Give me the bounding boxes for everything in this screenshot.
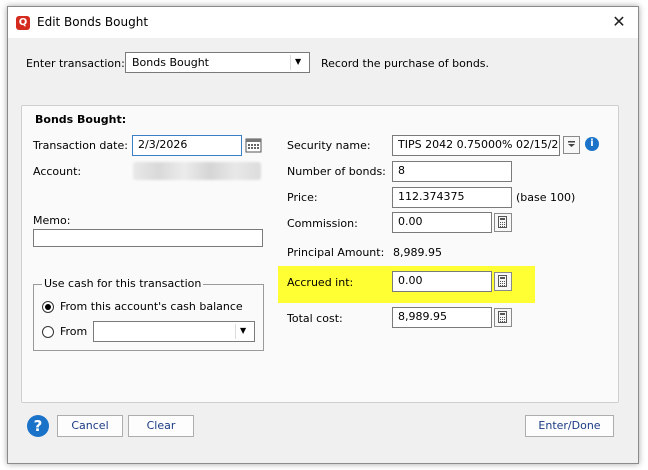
cash-source-group: Use cash for this transaction From this …	[33, 277, 264, 351]
calculator-icon[interactable]	[494, 213, 512, 232]
radio-cash-balance-label: From this account's cash balance	[60, 300, 243, 313]
num-bonds-value: 8	[398, 164, 405, 177]
commission-input[interactable]: 0.00	[392, 212, 492, 233]
radio-from-label: From	[60, 325, 88, 338]
accrued-value: 0.00	[398, 274, 423, 287]
window-title: Edit Bonds Bought	[37, 15, 149, 29]
transaction-date-label: Transaction date:	[33, 139, 128, 152]
calendar-icon[interactable]	[245, 137, 262, 153]
calculator-icon[interactable]	[494, 272, 512, 291]
chevron-down-icon[interactable]: ▼	[235, 324, 252, 339]
commission-label: Commission:	[287, 217, 358, 230]
account-value-blurred	[133, 162, 261, 180]
transaction-date-input[interactable]: 2/3/2026	[132, 135, 242, 156]
clear-button[interactable]: Clear	[128, 415, 194, 437]
accrued-label: Accrued int:	[287, 276, 354, 289]
num-bonds-label: Number of bonds:	[287, 165, 386, 178]
help-icon[interactable]: ?	[27, 415, 49, 437]
enter-transaction-label-text: Enter transaction:	[25, 57, 125, 70]
principal-value: 8,989.95	[393, 246, 442, 259]
total-cost-value: 8,989.95	[398, 310, 447, 323]
security-name-label: Security name:	[287, 139, 371, 152]
from-account-select[interactable]: ▼	[93, 321, 255, 342]
enter-done-button[interactable]: Enter/Done	[525, 415, 614, 437]
info-icon[interactable]: i	[585, 137, 599, 151]
memo-input[interactable]	[33, 229, 263, 247]
transaction-type-select[interactable]: Bonds Bought ▼	[125, 52, 310, 73]
dialog-window: Q Edit Bonds Bought ✕ EEnter transaction…	[7, 6, 639, 464]
commission-value: 0.00	[398, 215, 423, 228]
security-name-value: TIPS 2042 0.75000% 02/15/2042	[398, 138, 559, 151]
memo-label: Memo:	[33, 214, 71, 227]
panel-title: Bonds Bought:	[35, 113, 127, 126]
cash-group-title: Use cash for this transaction	[42, 277, 204, 290]
total-cost-label: Total cost:	[287, 312, 343, 325]
total-cost-input[interactable]: 8,989.95	[392, 307, 492, 328]
price-base-note: (base 100)	[516, 191, 576, 204]
price-value: 112.374375	[398, 190, 465, 203]
radio-cash-balance[interactable]	[42, 301, 54, 313]
title-bar: Q Edit Bonds Bought ✕	[8, 7, 638, 38]
account-label: Account:	[33, 165, 82, 178]
transaction-type-value: Bonds Bought	[132, 56, 209, 69]
price-input[interactable]: 112.374375	[392, 187, 512, 208]
num-bonds-input[interactable]: 8	[392, 161, 512, 182]
security-name-input[interactable]: TIPS 2042 0.75000% 02/15/2042	[392, 135, 560, 156]
principal-label: Principal Amount:	[287, 246, 385, 259]
bonds-bought-panel: Bonds Bought: Transaction date: 2/3/2026…	[21, 105, 619, 403]
accrued-input[interactable]: 0.00	[392, 271, 492, 292]
calculator-icon[interactable]	[494, 308, 512, 327]
security-list-icon[interactable]	[563, 136, 580, 154]
radio-from[interactable]	[42, 326, 54, 338]
cancel-button[interactable]: Cancel	[57, 415, 123, 437]
close-icon[interactable]: ✕	[608, 11, 630, 33]
price-label: Price:	[287, 191, 318, 204]
app-logo-icon: Q	[16, 16, 30, 30]
transaction-date-value: 2/3/2026	[138, 138, 188, 151]
transaction-description: Record the purchase of bonds.	[321, 57, 490, 70]
enter-transaction-label: EEnter transaction:	[25, 57, 125, 70]
chevron-down-icon[interactable]: ▼	[290, 55, 307, 70]
